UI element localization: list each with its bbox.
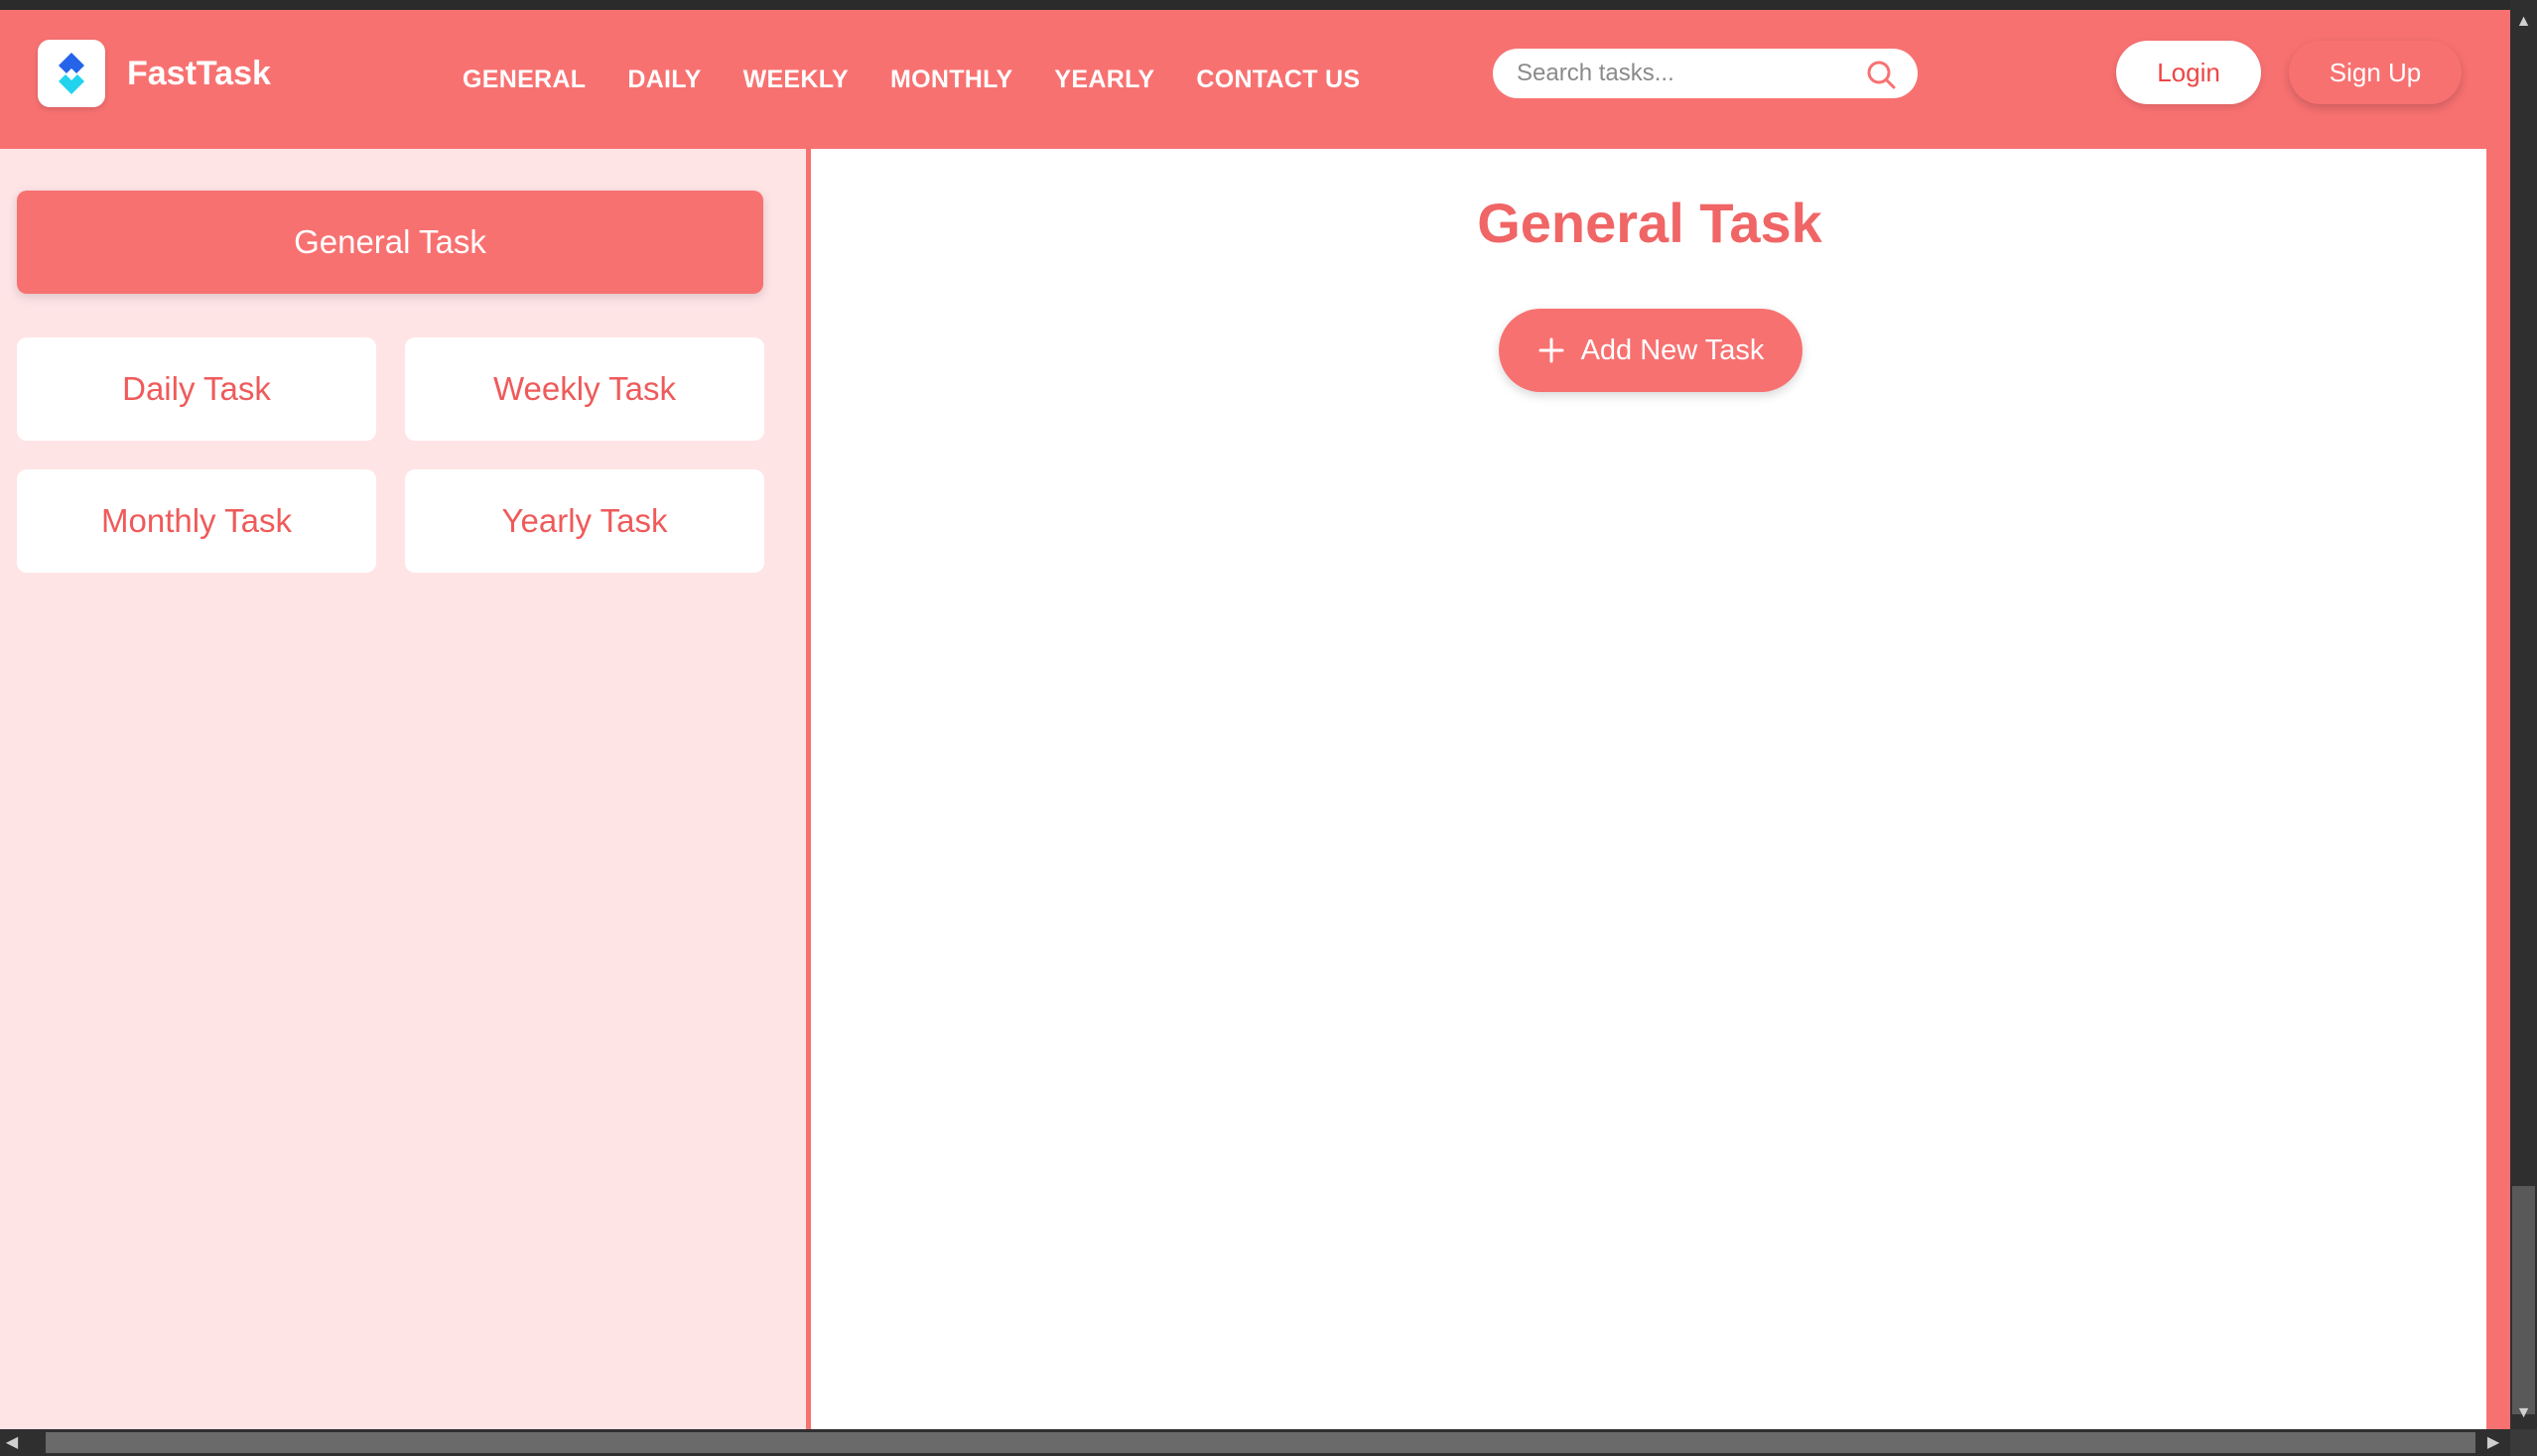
logo-icon <box>38 40 105 107</box>
login-button[interactable]: Login <box>2116 41 2261 104</box>
search-box <box>1493 49 1918 98</box>
main-nav: GENERAL DAILY WEEKLY MONTHLY YEARLY CONT… <box>463 10 1402 149</box>
sidebar: General Task Daily Task Weekly Task Mont… <box>0 149 811 1429</box>
sidebar-item-yearly-task[interactable]: Yearly Task <box>405 469 764 573</box>
plus-icon <box>1537 336 1565 364</box>
nav-link-yearly[interactable]: YEARLY <box>1054 66 1154 94</box>
add-new-task-button[interactable]: Add New Task <box>1499 309 1803 392</box>
scrollbar-corner <box>2510 1429 2537 1456</box>
nav-link-general[interactable]: GENERAL <box>463 66 586 94</box>
right-accent-strip <box>2486 149 2510 1429</box>
sidebar-item-general-task[interactable]: General Task <box>17 191 763 294</box>
top-navbar: FastTask GENERAL DAILY WEEKLY MONTHLY YE… <box>0 10 2510 149</box>
scroll-down-arrow-icon[interactable]: ▼ <box>2510 1401 2537 1425</box>
brand[interactable]: FastTask <box>38 40 271 107</box>
scroll-right-arrow-icon[interactable]: ▶ <box>2481 1429 2505 1456</box>
nav-link-weekly[interactable]: WEEKLY <box>743 66 849 94</box>
nav-link-daily[interactable]: DAILY <box>627 66 701 94</box>
main-content: General Task Add New Task <box>811 149 2486 1429</box>
vertical-scrollbar-thumb[interactable] <box>2512 1186 2535 1414</box>
page-title: General Task <box>1477 192 1822 254</box>
add-new-task-label: Add New Task <box>1580 333 1765 366</box>
search-icon[interactable] <box>1864 58 1898 96</box>
sidebar-item-daily-task[interactable]: Daily Task <box>17 337 376 441</box>
scroll-up-arrow-icon[interactable]: ▲ <box>2510 10 2537 34</box>
scroll-left-arrow-icon[interactable]: ◀ <box>0 1429 24 1456</box>
window-top-strip <box>0 0 2537 10</box>
horizontal-scrollbar-thumb[interactable] <box>46 1432 2475 1453</box>
nav-link-contact-us[interactable]: CONTACT US <box>1196 66 1360 94</box>
brand-name: FastTask <box>127 54 271 92</box>
sidebar-item-weekly-task[interactable]: Weekly Task <box>405 337 764 441</box>
nav-link-monthly[interactable]: MONTHLY <box>890 66 1012 94</box>
search-input[interactable] <box>1515 59 1856 88</box>
sidebar-item-monthly-task[interactable]: Monthly Task <box>17 469 376 573</box>
signup-button[interactable]: Sign Up <box>2289 41 2462 104</box>
